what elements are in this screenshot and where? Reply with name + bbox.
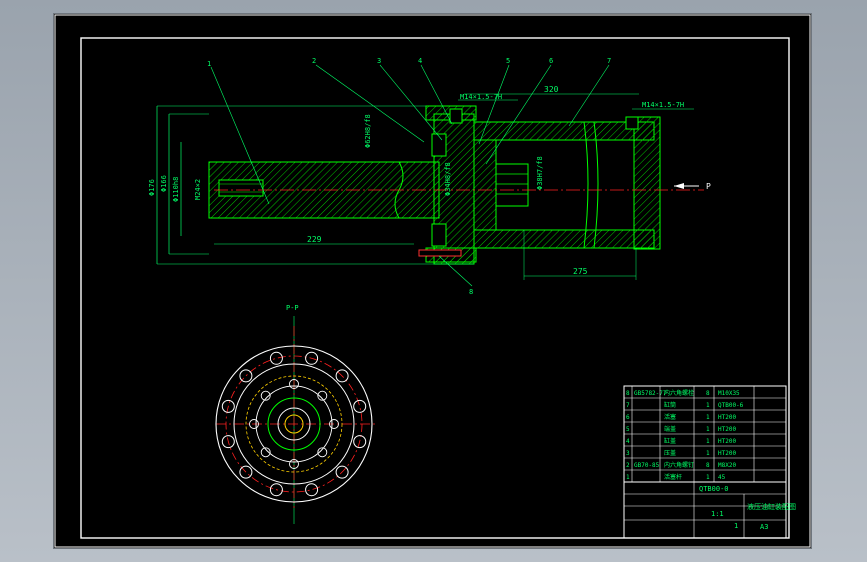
parts-cell: M10X35	[718, 390, 740, 397]
parts-cell: 7	[626, 402, 630, 409]
parts-cell: 内六角螺钉	[664, 461, 694, 469]
bolt-hole	[239, 369, 253, 383]
parts-cell: 缸盖	[664, 437, 676, 445]
drawing-title: 液压油缸装配图	[747, 502, 796, 511]
balloon-7: 7	[607, 57, 611, 65]
parts-cell: 缸筒	[664, 401, 676, 409]
parts-list-table: 8 GB5782-77内六角螺栓 8 M10X35 7 缸筒 1 QTB00-6 6 活塞 1 HT2…	[623, 386, 787, 483]
balloon-2: 2	[312, 57, 316, 65]
parts-cell: QTB00-6	[718, 402, 744, 409]
dim-d110: Φ110h8	[172, 177, 180, 202]
cylinder-tube-bottom	[473, 229, 655, 249]
flange-bolt	[418, 249, 462, 257]
end-view-pp: P-P	[215, 304, 376, 524]
dim-d166: Φ166	[160, 175, 168, 192]
parts-cell: 压盖	[664, 449, 676, 457]
balloon-5: 5	[506, 57, 510, 65]
parts-cell: 活塞	[664, 413, 676, 421]
view-arrow-label: P	[706, 182, 711, 191]
parts-cell: 1	[706, 450, 710, 457]
parts-cell: 2	[626, 462, 630, 469]
parts-cell: 3	[626, 450, 630, 457]
parts-cell: 1	[706, 426, 710, 433]
dim-229: 229	[307, 235, 322, 244]
parts-cell: 活塞杆	[664, 473, 682, 481]
parts-cell: 4	[626, 438, 630, 445]
sheet-number: 1	[734, 522, 738, 530]
parts-cell: GB5782-77	[634, 390, 667, 397]
balloon-3: 3	[377, 57, 381, 65]
parts-cell: HT200	[718, 426, 736, 433]
bolt-hole	[239, 465, 253, 479]
parts-cell: 5	[626, 426, 630, 433]
parts-cell: 8	[626, 390, 630, 397]
balloon-4: 4	[418, 57, 422, 65]
scale-value: 1:1	[711, 510, 724, 518]
sheet-size: A3	[760, 523, 768, 531]
parts-cell: M8X20	[718, 462, 736, 469]
dim-275: 275	[573, 267, 588, 276]
rear-port	[625, 116, 639, 130]
dim-d176: Φ176	[148, 179, 156, 196]
dim-d34: Φ34H8/f8	[444, 162, 452, 196]
rear-end-cap	[633, 116, 661, 250]
dim-d62: Φ62H8/f8	[364, 114, 372, 148]
parts-cell: GB70-85	[634, 462, 660, 469]
parts-cell: 1	[706, 414, 710, 421]
drawing-code: QTB00-0	[699, 485, 729, 493]
parts-cell: 内六角螺栓	[664, 389, 694, 397]
parts-cell: 1	[706, 474, 710, 481]
parts-cell: 8	[706, 462, 710, 469]
parts-cell: 8	[706, 390, 710, 397]
bolt-hole	[269, 351, 283, 365]
drawing-sheet: P Φ176 Φ166 Φ110h8 M24×2 Φ62H8/f8 Φ34H8/…	[54, 14, 811, 548]
parts-cell: 1	[706, 402, 710, 409]
dim-d38: Φ38H7/f8	[536, 156, 544, 190]
balloon-1: 1	[207, 60, 211, 68]
dim-320: 320	[544, 85, 559, 94]
rod-thread-end	[218, 179, 264, 197]
cad-screen: P Φ176 Φ166 Φ110h8 M24×2 Φ62H8/f8 Φ34H8/…	[0, 0, 867, 562]
thread-callout-rear: M14×1.5-7H	[642, 101, 684, 109]
balloon-6: 6	[549, 57, 553, 65]
title-block: 8 GB5782-77内六角螺栓 8 M10X35 7 缸筒 1 QTB00-6 6 活塞 1 HT2…	[623, 385, 796, 539]
dim-m24: M24×2	[194, 179, 202, 200]
outer-border	[54, 14, 811, 548]
drawing-viewport[interactable]: P Φ176 Φ166 Φ110h8 M24×2 Φ62H8/f8 Φ34H8/…	[54, 14, 811, 548]
balloon-8: 8	[469, 288, 473, 296]
bolt-hole	[353, 399, 367, 413]
parts-cell: 6	[626, 414, 630, 421]
front-port	[449, 108, 463, 124]
parts-cell: 45	[718, 474, 726, 481]
main-section-view: P Φ176 Φ166 Φ110h8 M24×2 Φ62H8/f8 Φ34H8/…	[148, 57, 711, 296]
parts-cell: 1	[626, 474, 630, 481]
section-label: P-P	[286, 304, 299, 312]
parts-cell: HT200	[718, 414, 736, 421]
bolt-hole	[305, 483, 319, 497]
piston-nut	[495, 163, 529, 207]
parts-cell: HT200	[718, 450, 736, 457]
parts-cell: 端盖	[664, 425, 676, 433]
parts-cell: 1	[706, 438, 710, 445]
parts-cell: HT200	[718, 438, 736, 445]
